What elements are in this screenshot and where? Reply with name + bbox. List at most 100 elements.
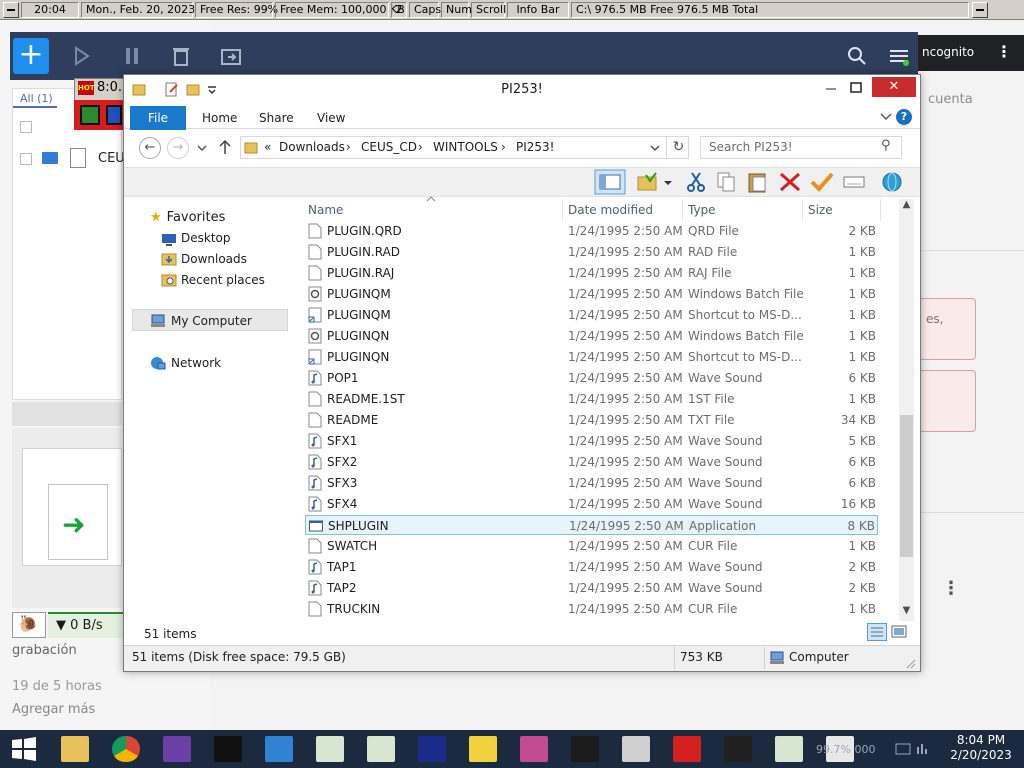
- pause-icon[interactable]: [122, 46, 144, 66]
- folder-move-icon[interactable]: [220, 46, 242, 66]
- infobar-close-button[interactable]: [972, 1, 988, 18]
- breadcrumb-ceus-cd[interactable]: CEUS_CD: [361, 140, 417, 154]
- system-menu-button[interactable]: [3, 1, 19, 18]
- paste-icon[interactable]: [746, 171, 770, 193]
- add-upload-button[interactable]: +: [13, 38, 49, 74]
- chevron-down-icon[interactable]: [662, 171, 674, 193]
- more-options-icon[interactable]: ⋮: [942, 578, 960, 599]
- file-row[interactable]: TRUCKIN 1/24/1995 2:50 AM CUR File 1 KB: [305, 599, 878, 619]
- monitor-icon[interactable]: [106, 105, 122, 125]
- file-row[interactable]: SFX2 1/24/1995 2:50 AM Wave Sound 6 KB: [305, 452, 878, 472]
- folder-options-icon[interactable]: [636, 171, 660, 193]
- large-icons-view-icon[interactable]: [889, 623, 909, 641]
- close-button[interactable]: ✕: [872, 77, 916, 97]
- file-row[interactable]: PLUGINQM 1/24/1995 2:50 AM Windows Batch F…: [305, 284, 878, 304]
- tab-view[interactable]: View: [317, 111, 345, 125]
- taskbar-clock[interactable]: 8:04 PM 2/20/2023: [950, 733, 1012, 767]
- select-all-checkbox[interactable]: [20, 121, 32, 133]
- column-separator[interactable]: [802, 199, 803, 221]
- column-separator[interactable]: [682, 199, 683, 221]
- search-icon[interactable]: [846, 46, 868, 66]
- file-row[interactable]: PLUGIN.RAJ 1/24/1995 2:50 AM RAJ File 1 KB: [305, 263, 878, 283]
- tab-all[interactable]: All (1): [20, 92, 53, 105]
- taskbar-shortcut-app[interactable]: [260, 732, 298, 766]
- taskbar-hot-app[interactable]: [668, 732, 706, 766]
- resize-grip-icon[interactable]: [904, 657, 916, 669]
- file-row[interactable]: PLUGIN.QRD 1/24/1995 2:50 AM QRD File 2 KB: [305, 221, 878, 241]
- image-icon[interactable]: [80, 105, 100, 125]
- taskbar-window-app-1[interactable]: [311, 732, 349, 766]
- back-button[interactable]: ←: [139, 137, 161, 159]
- taskbar-floppy-app[interactable]: [464, 732, 502, 766]
- nav-desktop[interactable]: Desktop: [181, 231, 231, 245]
- search-icon[interactable]: ⚲: [881, 138, 891, 153]
- file-row[interactable]: PLUGIN.RAD 1/24/1995 2:50 AM RAD File 1 KB: [305, 242, 878, 262]
- play-icon[interactable]: [72, 46, 94, 66]
- nav-network[interactable]: Network: [171, 356, 221, 370]
- preview-pane-icon[interactable]: [594, 169, 626, 195]
- details-view-icon[interactable]: [867, 623, 887, 641]
- column-header-date[interactable]: Date modified: [568, 203, 653, 217]
- network-tray-icon[interactable]: [894, 741, 934, 757]
- file-row[interactable]: TAP1 1/24/1995 2:50 AM Wave Sound 2 KB: [305, 557, 878, 577]
- file-row[interactable]: POP1 1/24/1995 2:50 AM Wave Sound 6 KB: [305, 368, 878, 388]
- column-header-name[interactable]: Name: [308, 203, 343, 217]
- globe-icon[interactable]: [880, 171, 904, 193]
- vertical-scrollbar[interactable]: [899, 199, 914, 621]
- maximize-icon[interactable]: [840, 75, 872, 101]
- taskbar-monitor-app[interactable]: [413, 732, 451, 766]
- taskbar-terminal-app[interactable]: [566, 732, 604, 766]
- column-separator[interactable]: [880, 199, 881, 221]
- help-icon[interactable]: ?: [896, 109, 912, 125]
- file-row[interactable]: PLUGINQN 1/24/1995 2:50 AM Windows Batch F…: [305, 326, 878, 346]
- file-row[interactable]: SFX1 1/24/1995 2:50 AM Wave Sound 5 KB: [305, 431, 878, 451]
- trash-icon[interactable]: [170, 46, 192, 66]
- column-separator[interactable]: [562, 199, 563, 221]
- forward-button[interactable]: →: [167, 137, 189, 159]
- copy-icon[interactable]: [714, 171, 738, 193]
- refresh-button[interactable]: ↻: [666, 136, 690, 159]
- nav-my-computer[interactable]: My Computer: [171, 314, 252, 328]
- file-row[interactable]: SWATCH 1/24/1995 2:50 AM CUR File 1 KB: [305, 536, 878, 556]
- menu-icon[interactable]: [888, 46, 910, 66]
- scroll-up-icon[interactable]: ▲: [899, 199, 914, 213]
- file-row[interactable]: SFX3 1/24/1995 2:50 AM Wave Sound 6 KB: [305, 473, 878, 493]
- file-row[interactable]: README 1/24/1995 2:50 AM TXT File 34 KB: [305, 410, 878, 430]
- more-options-icon[interactable]: ⋮: [996, 42, 1012, 61]
- scrollbar-thumb[interactable]: [900, 415, 913, 557]
- check-icon[interactable]: [810, 171, 834, 193]
- breadcrumb-pi253[interactable]: PI253!: [516, 140, 555, 154]
- up-arrow-icon[interactable]: [218, 139, 232, 155]
- taskbar-file-explorer[interactable]: [56, 732, 94, 766]
- address-dropdown-icon[interactable]: [649, 143, 661, 153]
- rename-icon[interactable]: [842, 171, 866, 193]
- tab-share[interactable]: Share: [259, 111, 294, 125]
- tab-file[interactable]: File: [130, 106, 186, 130]
- file-row[interactable]: PLUGINQN 1/24/1995 2:50 AM Shortcut to MS-…: [305, 347, 878, 367]
- file-row[interactable]: TAP2 1/24/1995 2:50 AM Wave Sound 2 KB: [305, 578, 878, 598]
- taskbar-window-app-3[interactable]: [770, 732, 808, 766]
- tab-home[interactable]: Home: [202, 111, 237, 125]
- add-more-link[interactable]: Agregar más: [12, 702, 95, 717]
- taskbar-chrome[interactable]: [107, 732, 145, 766]
- breadcrumb-wintools[interactable]: WINTOOLS: [433, 140, 498, 154]
- nav-favorites[interactable]: ★ Favorites: [150, 210, 225, 225]
- recent-locations-icon[interactable]: [196, 143, 208, 153]
- breadcrumb-downloads[interactable]: Downloads: [279, 140, 345, 154]
- chevron-down-icon[interactable]: [879, 111, 893, 123]
- column-header-type[interactable]: Type: [688, 203, 716, 217]
- taskbar-visual-studio[interactable]: [158, 732, 196, 766]
- windows-start-icon[interactable]: [10, 737, 38, 761]
- taskbar-window-app-2[interactable]: [362, 732, 400, 766]
- file-row[interactable]: SHPLUGIN 1/24/1995 2:50 AM Application 8 KB: [305, 515, 878, 535]
- breadcrumb-overflow[interactable]: «: [264, 140, 271, 154]
- delete-icon[interactable]: [778, 171, 802, 193]
- cut-icon[interactable]: [684, 171, 708, 193]
- taskbar-database-app[interactable]: [617, 732, 655, 766]
- file-row[interactable]: PLUGINQM 1/24/1995 2:50 AM Shortcut to MS-…: [305, 305, 878, 325]
- upload-row-name[interactable]: CEU: [98, 151, 125, 166]
- taskbar-hand-app[interactable]: [515, 732, 553, 766]
- file-row[interactable]: README.1ST 1/24/1995 2:50 AM 1ST File 1 KB: [305, 389, 878, 409]
- file-row[interactable]: SFX4 1/24/1995 2:50 AM Wave Sound 16 KB: [305, 494, 878, 514]
- taskbar-hours-app[interactable]: [719, 732, 757, 766]
